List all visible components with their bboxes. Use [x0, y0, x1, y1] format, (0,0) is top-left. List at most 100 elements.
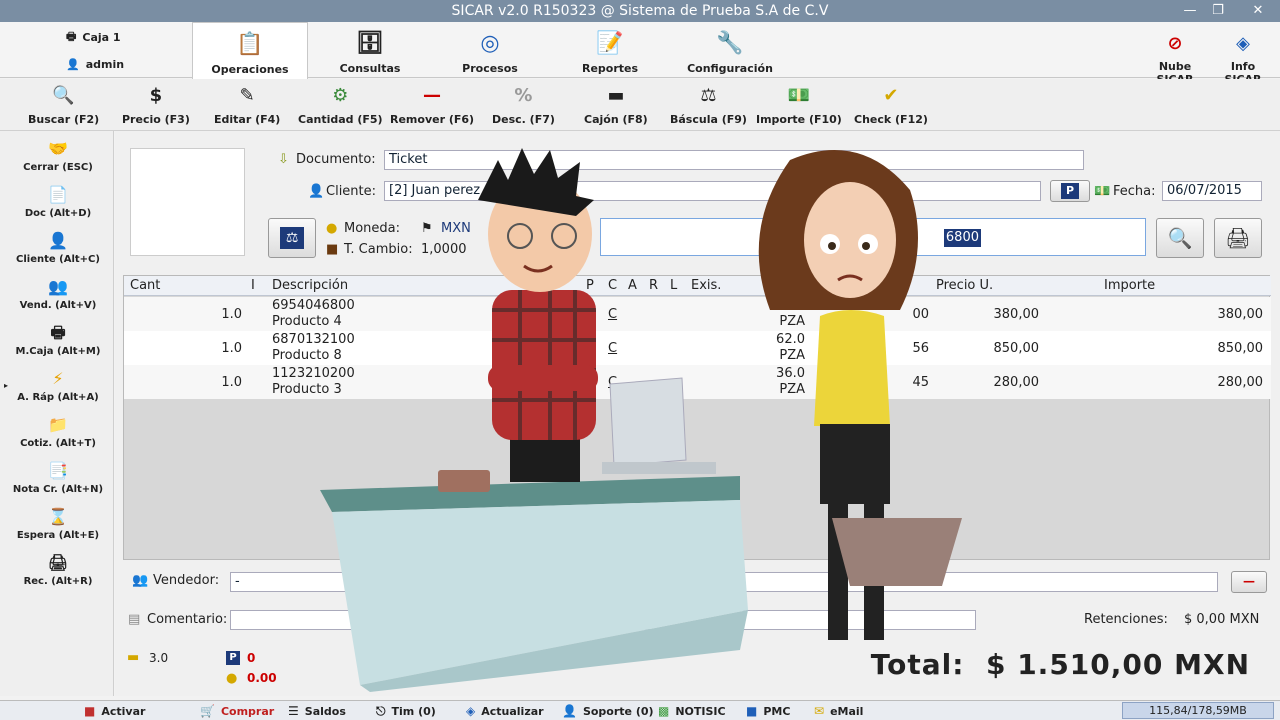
tool-label: Editar (F4): [214, 113, 281, 126]
sidebar-item-mcaja[interactable]: 🖶 M.Caja (Alt+M): [6, 323, 110, 357]
comment-label: Comentario:: [147, 612, 228, 627]
quantity-button[interactable]: ⚙ Cantidad (F5): [298, 85, 383, 126]
cash-register-icon: 🖶: [50, 323, 66, 342]
remove-icon: —: [423, 85, 442, 106]
scale-icon: ⚖: [700, 85, 717, 106]
items-count-value: 3.0: [149, 651, 169, 665]
status-tim[interactable]: ⎋ Tim (0): [376, 704, 436, 719]
minimize-button[interactable]: —: [1176, 0, 1204, 22]
cash-register-icon: 🖶: [66, 30, 77, 43]
minus-icon: —: [1243, 574, 1255, 588]
cell-importe: 280,00: [1217, 375, 1264, 390]
status-email[interactable]: ✉ eMail: [814, 704, 863, 718]
edit-button[interactable]: ✎ Editar (F4): [214, 85, 280, 126]
sidebar-item-label: Doc (Alt+D): [24, 208, 92, 219]
tab-label: Consultas: [339, 62, 401, 75]
tab-info-sicar[interactable]: ◈ Info SICAR: [1212, 22, 1274, 86]
tool-label: Desc. (F7): [492, 113, 555, 126]
client-points-button[interactable]: P: [1050, 180, 1090, 202]
sidebar-item-cliente[interactable]: 👤 Cliente (Alt+C): [6, 231, 110, 265]
tab-consultas[interactable]: 🗄 Consultas: [312, 22, 428, 78]
points-icon: P: [1061, 183, 1079, 199]
status-actualizar[interactable]: ◈ Actualizar: [466, 704, 544, 718]
scale-button[interactable]: ⚖ Báscula (F9): [670, 85, 747, 126]
operations-icon: 📋: [236, 32, 264, 57]
status-bar: ■ Activar 🛒 Comprar ☰ Saldos ⎋ Tim (0) ◈…: [0, 700, 1280, 720]
tab-configuracion[interactable]: 🔧 Configuración: [672, 22, 788, 78]
col-importe[interactable]: Importe: [1104, 278, 1155, 293]
cell-cant: 1.0: [221, 375, 242, 390]
col-i[interactable]: I: [251, 278, 255, 293]
points-value: 0: [247, 651, 256, 665]
col-cant[interactable]: Cant: [130, 278, 160, 293]
cell-price: 280,00: [993, 375, 1040, 390]
sidebar-item-vendedor[interactable]: 👥 Vend. (Alt+V): [6, 277, 110, 311]
support-icon: 👤: [562, 704, 577, 718]
sidebar-item-notacr[interactable]: 📑 Nota Cr. (Alt+N): [6, 461, 110, 495]
remove-seller-button[interactable]: —: [1231, 571, 1267, 593]
document-icon: 📄: [48, 185, 68, 204]
tab-procesos[interactable]: ◎ Procesos: [432, 22, 548, 78]
sidebar-item-doc[interactable]: 📄 Doc (Alt+D): [6, 185, 110, 219]
status-soporte[interactable]: 👤 Soporte (0): [562, 704, 654, 718]
info-diamond-icon: ◈: [1236, 33, 1250, 54]
cell-cant: 1.0: [221, 307, 242, 322]
update-icon: ◈: [466, 704, 476, 718]
cell-importe: 380,00: [1217, 307, 1264, 322]
sidebar-item-label: Cliente (Alt+C): [16, 254, 100, 265]
sidebar-item-label: A. Ráp (Alt+A): [17, 392, 99, 403]
price-button[interactable]: $ Precio (F3): [122, 85, 190, 126]
status-notisic[interactable]: ▩ NOTISIC: [658, 704, 726, 718]
status-label: eMail: [830, 704, 864, 718]
print-button[interactable]: 🖨: [1214, 218, 1262, 258]
edit-icon: ✎: [239, 85, 255, 106]
sidebar-item-cotiz[interactable]: 📁 Cotiz. (Alt+T): [6, 415, 110, 449]
coins-value: 0.00: [247, 671, 277, 685]
quantity-icon: ⚙: [332, 85, 349, 106]
close-window-button[interactable]: ✕: [1240, 0, 1276, 22]
seller-label: Vendedor:: [153, 573, 220, 588]
comment-icon: ▤: [128, 612, 141, 627]
quote-icon: 📁: [48, 415, 68, 434]
check-button[interactable]: ✔ Check (F12): [854, 85, 928, 126]
user-icon: 👤: [66, 58, 80, 71]
tool-label: Remover (F6): [390, 113, 475, 126]
remove-button[interactable]: — Remover (F6): [390, 85, 474, 126]
drawer-button[interactable]: ▬ Cajón (F8): [584, 85, 648, 126]
scale-weigh-button[interactable]: ⚖: [268, 218, 316, 258]
amount-icon: 💵: [787, 85, 811, 106]
sidebar-item-cerrar[interactable]: 🤝 Cerrar (ESC): [6, 139, 110, 173]
status-activar[interactable]: ■ Activar: [84, 704, 145, 718]
date-label: Fecha:: [1113, 184, 1156, 199]
tool-label: Cantidad (F5): [298, 113, 383, 126]
date-field[interactable]: 06/07/2015: [1162, 181, 1262, 201]
status-pmc[interactable]: ■ PMC: [746, 704, 790, 718]
search-button[interactable]: 🔍 Buscar (F2): [28, 85, 99, 126]
credit-note-icon: 📑: [48, 461, 68, 480]
register-info: 🖶 Caja 1: [66, 28, 121, 47]
amount-button[interactable]: 💵 Importe (F10): [756, 85, 842, 126]
procesos-icon: ◎: [480, 31, 500, 56]
user-info: 👤 admin: [66, 58, 124, 71]
tab-nube-sicar[interactable]: ⊘ Nube SICAR: [1140, 22, 1210, 86]
operations-toolbar: 🔍 Buscar (F2) $ Precio (F3) ✎ Editar (F4…: [0, 79, 1280, 131]
tab-label: Configuración: [687, 62, 773, 75]
maximize-button[interactable]: ❐: [1204, 0, 1232, 22]
sidebar-item-arap[interactable]: ⚡ A. Ráp (Alt+A): [6, 369, 110, 403]
register-name: Caja 1: [82, 31, 121, 44]
configuracion-icon: 🔧: [716, 31, 744, 56]
sidebar-item-rec[interactable]: 🖨 Rec. (Alt+R): [6, 553, 110, 587]
tool-label: Precio (F3): [122, 113, 190, 126]
tab-reportes[interactable]: 📝 Reportes: [552, 22, 668, 78]
discount-button[interactable]: % Desc. (F7): [492, 85, 555, 126]
tab-label: Procesos: [462, 62, 518, 75]
status-saldos[interactable]: ☰ Saldos: [288, 704, 346, 718]
sidebar-expand-arrow[interactable]: ▸: [4, 381, 8, 390]
status-comprar[interactable]: 🛒 Comprar: [200, 704, 274, 718]
sidebar-item-espera[interactable]: ⌛ Espera (Alt+E): [6, 507, 110, 541]
points-icon: P: [226, 651, 240, 665]
cartoon-illustration: [320, 148, 962, 692]
tab-operaciones[interactable]: 📋 Operaciones: [192, 22, 308, 79]
product-search-button[interactable]: 🔍: [1156, 218, 1204, 258]
check-icon: ✔: [883, 85, 899, 106]
